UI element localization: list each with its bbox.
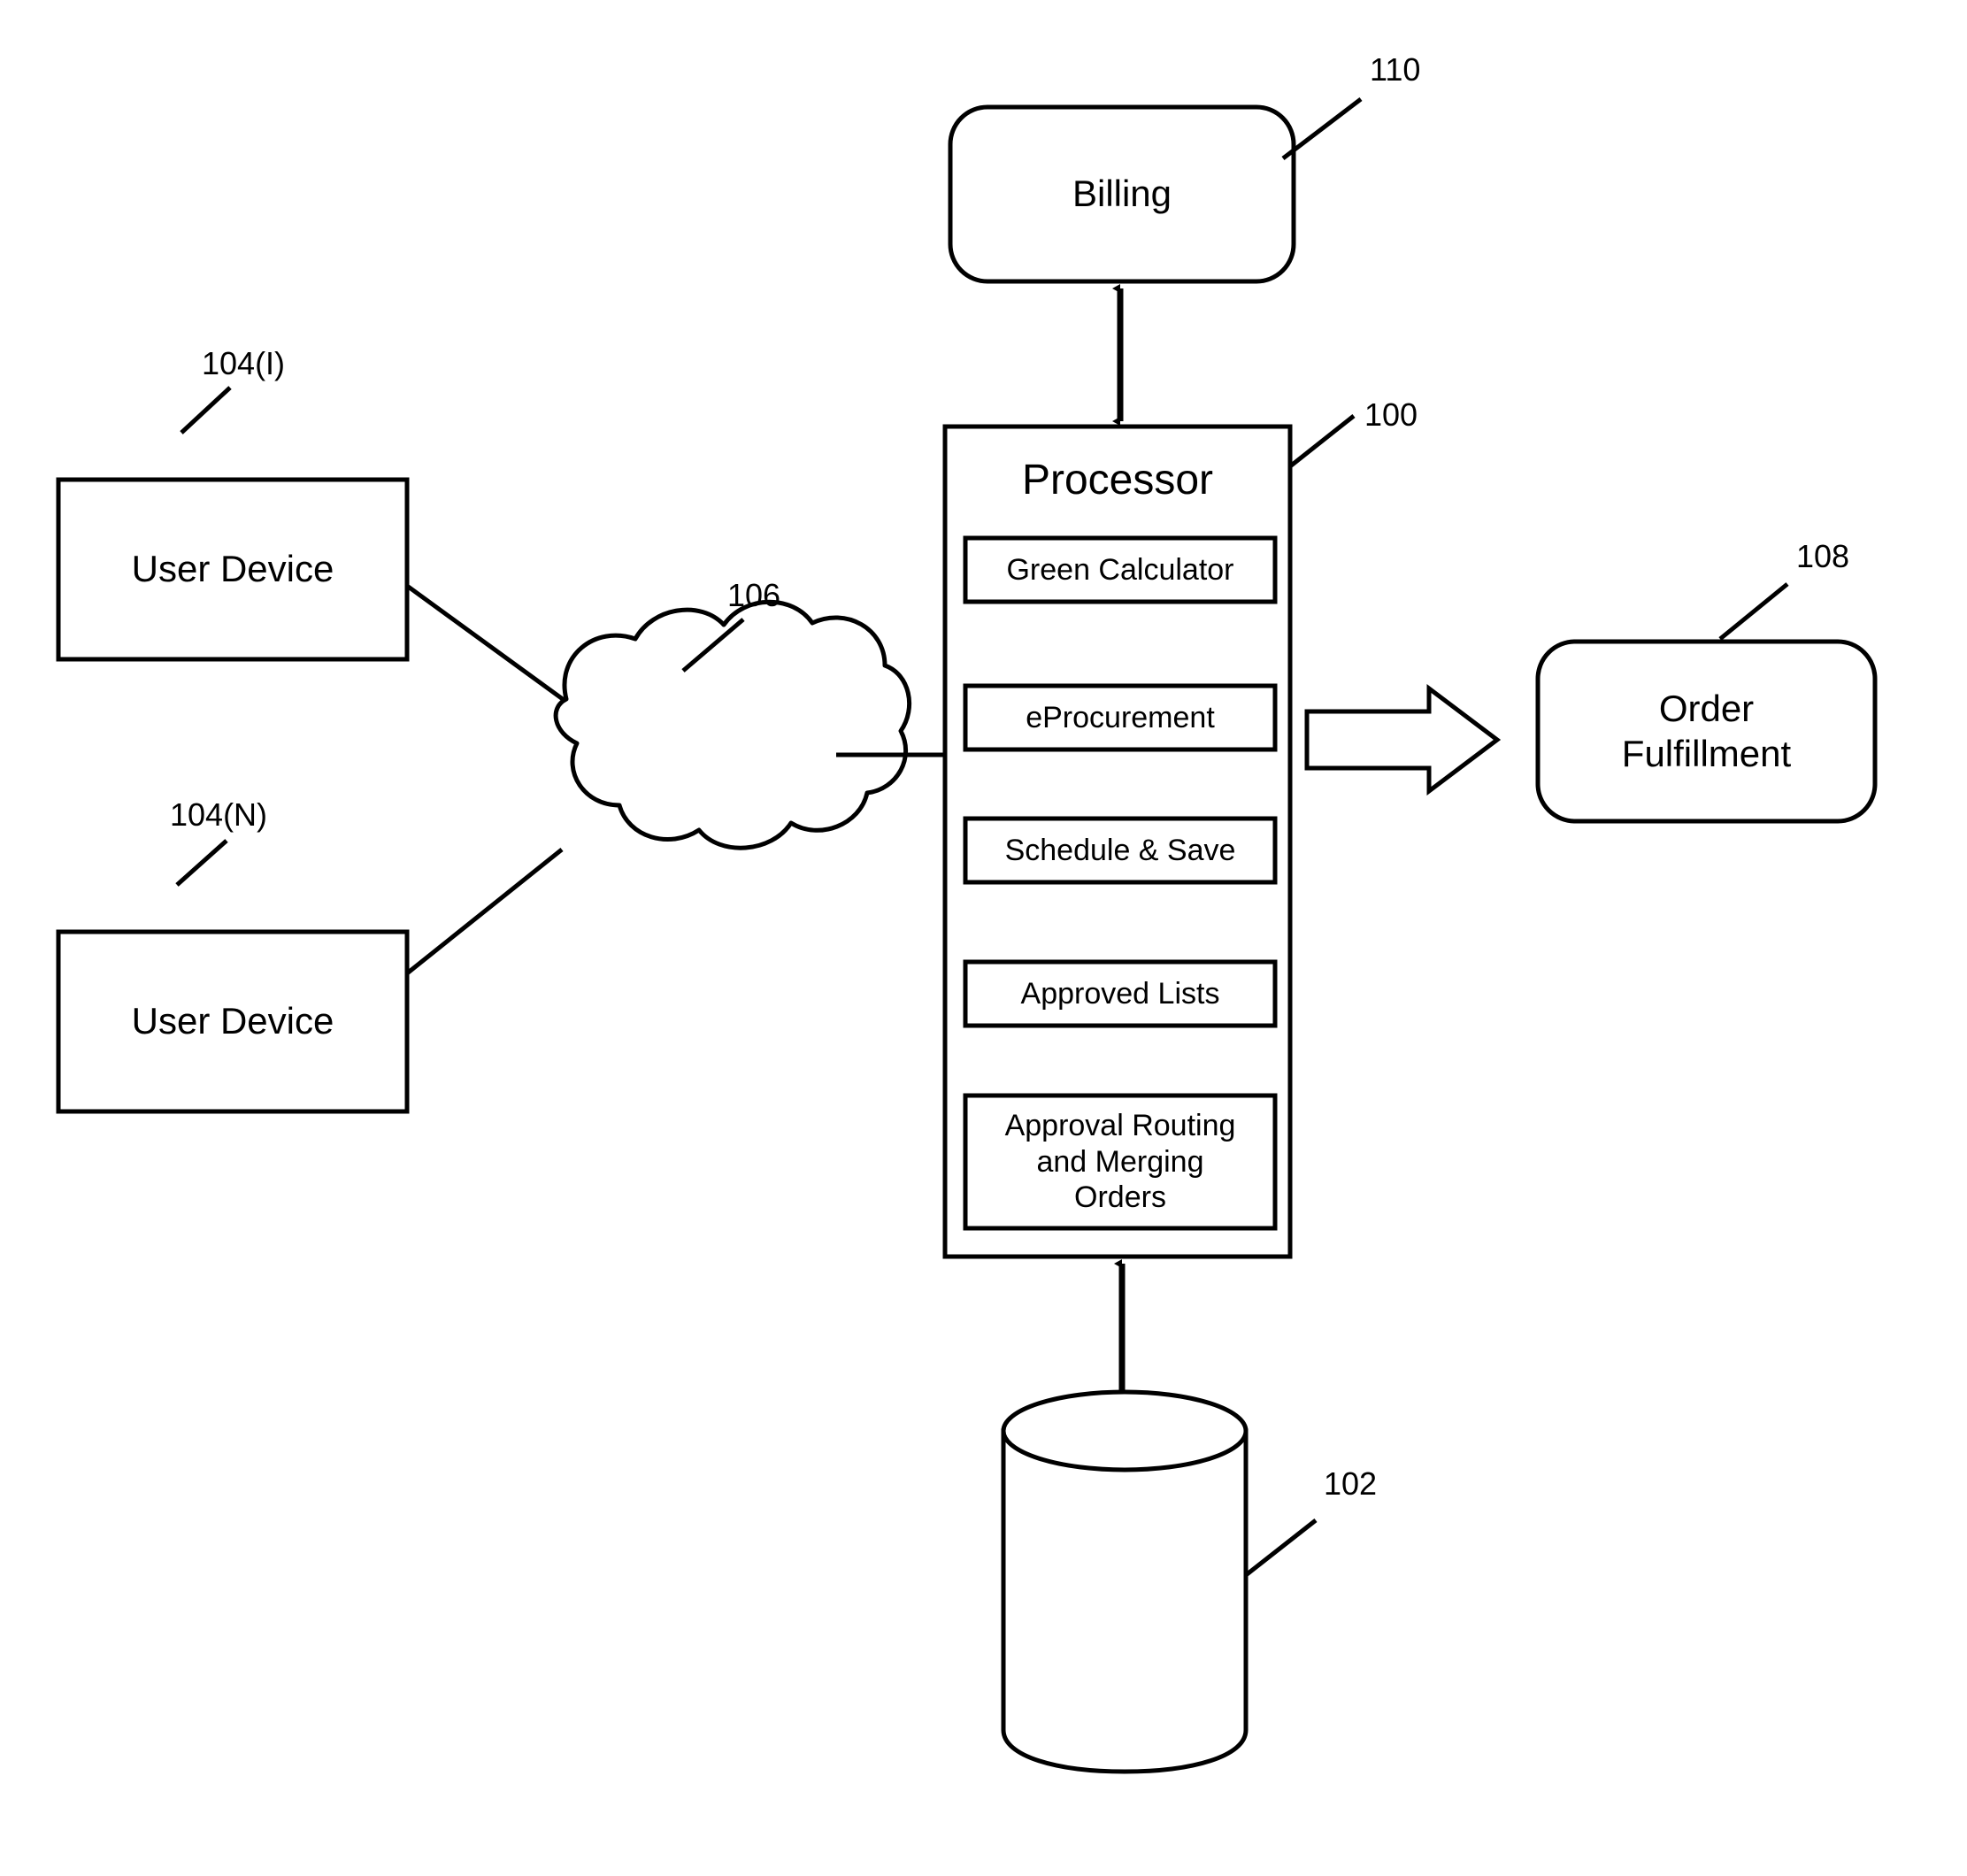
ref-108: 108 — [1796, 538, 1850, 574]
module-label-approved-lists: Approved Lists — [1020, 976, 1220, 1011]
billing-label: Billing — [1072, 173, 1172, 215]
order-fulfillment-label: Order Fulfillment — [1621, 688, 1792, 774]
ref-110: 110 — [1370, 51, 1421, 88]
patent-figure-canvas: User Device 104(I) User Device 104(N) 10… — [0, 0, 1967, 1876]
database-cylinder-top — [1001, 1389, 1249, 1472]
link-devicen-to-cloud — [405, 848, 564, 975]
module-label-green-calculator: Green Calculator — [1006, 552, 1234, 587]
leader-line-108 — [1718, 582, 1789, 641]
ref-102: 102 — [1324, 1465, 1378, 1502]
leader-line-100 — [1288, 414, 1356, 468]
ref-100: 100 — [1364, 396, 1418, 433]
leader-line-104-n — [175, 839, 228, 887]
block-arrow-to-order-fulfillment — [1304, 683, 1502, 796]
link-device1-to-cloud — [405, 583, 568, 704]
leader-line-110 — [1281, 97, 1363, 160]
database-cylinder-body — [1001, 1428, 1249, 1774]
user-device-n-label: User Device — [131, 1000, 334, 1042]
processor-title: Processor — [1021, 456, 1214, 504]
leader-line-102 — [1244, 1518, 1318, 1577]
ref-106: 106 — [727, 577, 781, 613]
user-device-1-label: User Device — [131, 548, 334, 590]
module-label-approval-routing: Approval Routing and Merging Orders — [1004, 1108, 1236, 1215]
leader-line-104-i — [180, 386, 232, 434]
ref-104-i: 104(I) — [202, 345, 286, 381]
ref-104-n: 104(N) — [170, 796, 268, 833]
network-cloud-shape — [553, 599, 912, 850]
module-label-eprocurement: eProcurement — [1026, 700, 1215, 734]
module-label-schedule-save: Schedule & Save — [1004, 833, 1236, 867]
